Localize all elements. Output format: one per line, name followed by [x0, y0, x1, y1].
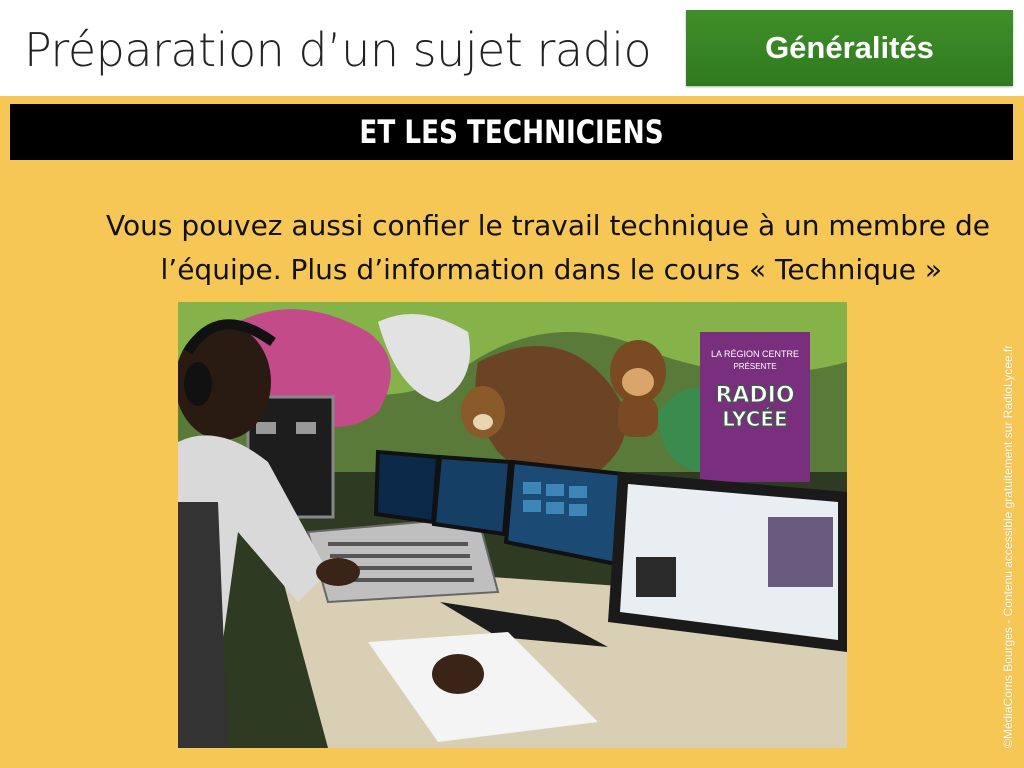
body-paragraph: Vous pouvez aussi confier le travail tec… [20, 204, 990, 292]
studio-photo-illustration: LA RÉGION CENTRE PRÉSENTE RADIO LYCÉE [178, 302, 847, 748]
body-line-1: Vous pouvez aussi confier le travail tec… [106, 209, 990, 242]
body-line-2: l’équipe. Plus d’information dans le cou… [160, 253, 942, 286]
header-bar: Préparation d’un sujet radio Généralités [0, 0, 1024, 96]
sign-brand: RADIO [715, 383, 794, 408]
studio-photo: LA RÉGION CENTRE PRÉSENTE RADIO LYCÉE [178, 302, 847, 748]
section-heading: ET LES TECHNICIENS [359, 113, 664, 151]
section-heading-bar: ET LES TECHNICIENS [10, 104, 1013, 160]
sign-line-1: LA RÉGION CENTRE [711, 349, 799, 359]
page-title: Préparation d’un sujet radio [24, 23, 652, 77]
copyright-credit: ©MédiaComs Bourges - Contenu accessible … [1001, 344, 1015, 748]
category-badge: Généralités [686, 10, 1013, 86]
sign-brand-2: LYCÉE [722, 407, 787, 431]
sign-line-2: PRÉSENTE [733, 362, 776, 371]
